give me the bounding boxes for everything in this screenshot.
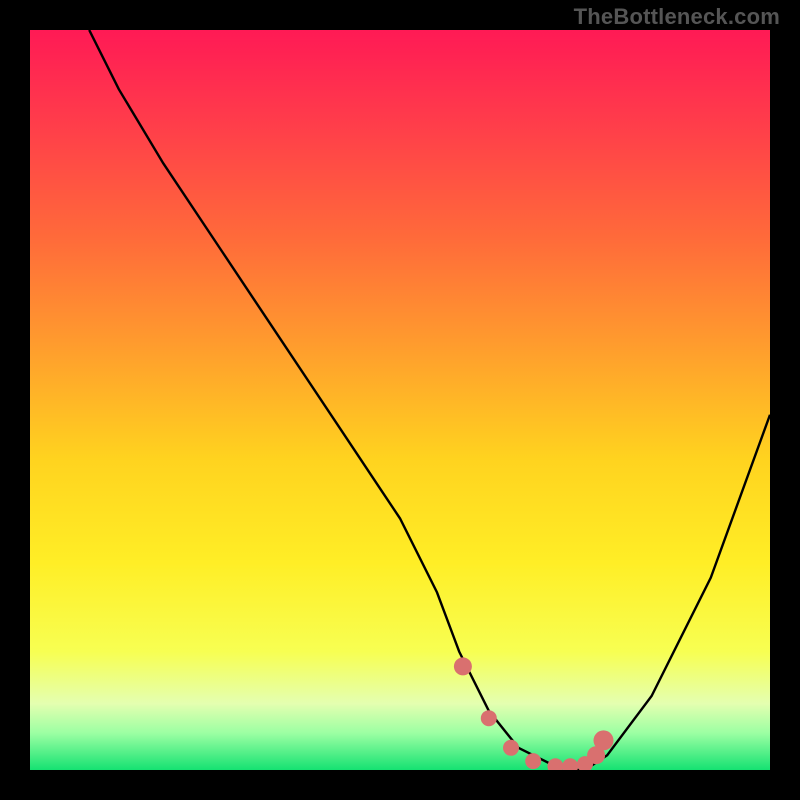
attribution-text: TheBottleneck.com [574, 4, 780, 30]
bottleneck-curve-svg [30, 30, 770, 770]
highlight-marker [594, 730, 614, 750]
highlight-marker-group [454, 657, 614, 770]
bottleneck-curve-line [89, 30, 770, 770]
highlight-marker [525, 753, 541, 769]
highlight-marker [481, 710, 497, 726]
highlight-marker [547, 758, 563, 770]
chart-frame: TheBottleneck.com [0, 0, 800, 800]
highlight-marker [562, 758, 578, 770]
highlight-marker [454, 657, 472, 675]
highlight-marker [503, 740, 519, 756]
